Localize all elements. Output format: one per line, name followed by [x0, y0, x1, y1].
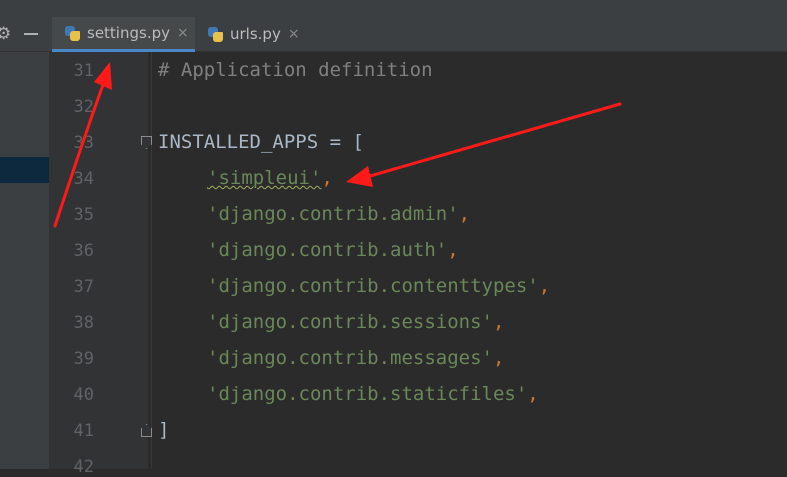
- annotation-arrow-to-simpleui: [346, 102, 622, 187]
- annotation-arrows: [53, 62, 622, 228]
- annotation-arrow-to-tab: [53, 62, 112, 228]
